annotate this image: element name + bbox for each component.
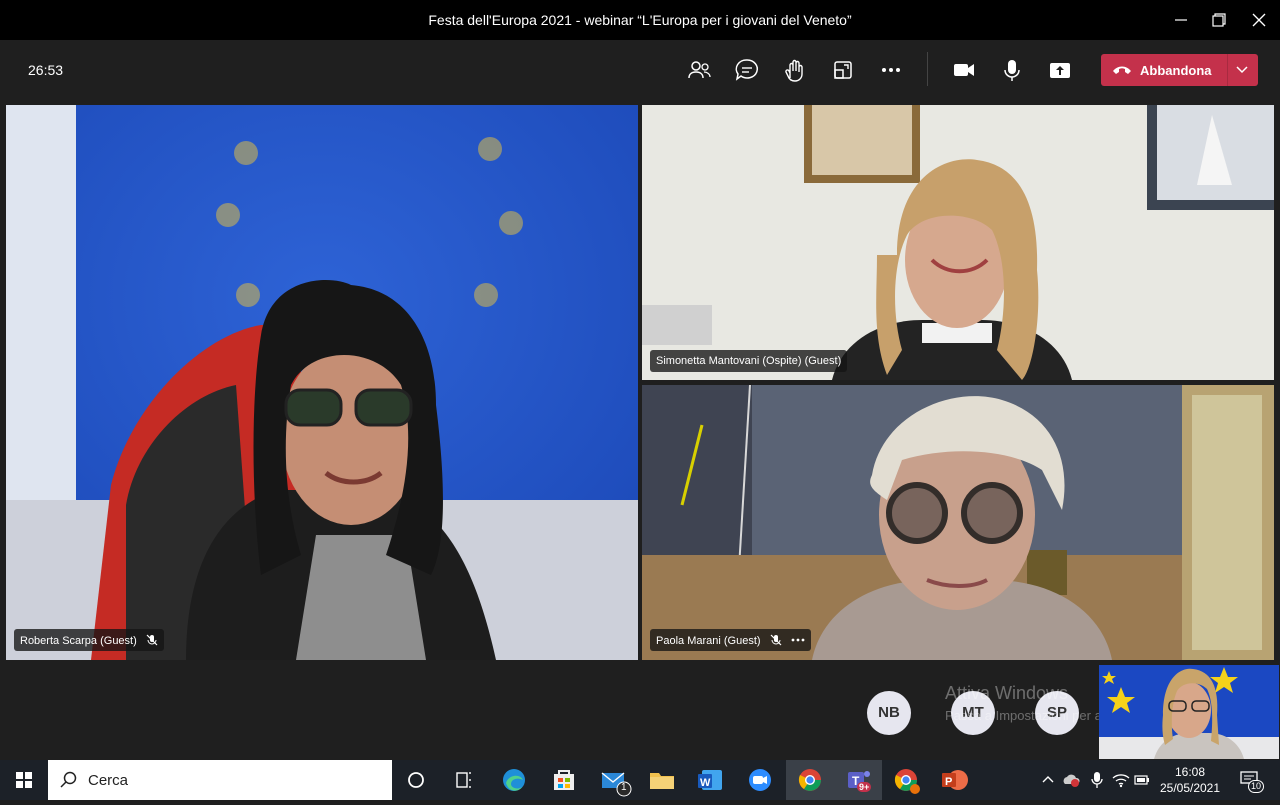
video-tile-simonetta[interactable]: Simonetta Mantovani (Ospite) (Guest) — [642, 105, 1274, 380]
clock-time: 16:08 — [1174, 765, 1206, 779]
raise-hand-icon — [785, 59, 803, 82]
breakout-rooms-icon — [834, 61, 852, 79]
store-icon — [554, 770, 574, 790]
toolbar-divider — [927, 52, 928, 86]
more-options-icon[interactable] — [791, 634, 805, 646]
camera-button[interactable] — [950, 56, 978, 84]
chat-icon — [735, 59, 759, 81]
participant-name-tag: Roberta Scarpa (Guest) — [14, 629, 164, 651]
video-tile-paola[interactable]: Paola Marani (Guest) — [642, 385, 1274, 660]
windows-taskbar: Cerca 1 W T 9+ P 16:08 25/05/2021 10 — [0, 760, 1280, 800]
restore-button[interactable] — [1204, 6, 1234, 34]
taskbar-powerpoint[interactable]: P — [930, 760, 978, 800]
share-button[interactable] — [1046, 56, 1074, 84]
roberta-video-feed — [6, 105, 638, 660]
microphone-in-use-icon[interactable] — [1090, 771, 1104, 789]
taskbar-explorer[interactable] — [638, 760, 686, 800]
close-icon — [1252, 13, 1266, 27]
camera-icon — [954, 64, 974, 76]
self-video-feed — [1099, 665, 1279, 759]
taskbar-search-box[interactable]: Cerca — [48, 760, 392, 800]
minimize-icon — [1175, 19, 1187, 21]
muted-mic-icon — [770, 634, 782, 646]
cortana-icon — [408, 772, 424, 788]
zoom-icon — [749, 769, 771, 791]
taskbar-teams-active[interactable]: T 9+ — [834, 760, 882, 800]
raise-hand-button[interactable] — [781, 56, 809, 84]
paola-video-feed — [642, 385, 1274, 660]
participant-name-tag: Paola Marani (Guest) — [650, 629, 811, 651]
clock-date: 25/05/2021 — [1159, 781, 1221, 795]
simonetta-video-feed — [642, 105, 1274, 380]
taskbar-word[interactable]: W — [686, 760, 734, 800]
people-icon — [688, 61, 711, 79]
participant-name: Roberta Scarpa (Guest) — [20, 635, 137, 647]
title-bar: Festa dell'Europa 2021 - webinar “L'Euro… — [0, 0, 1280, 40]
restore-icon — [1212, 13, 1226, 27]
cortana-button[interactable] — [392, 760, 440, 800]
mail-badge: 1 — [621, 782, 627, 793]
participant-avatar-nb[interactable]: NB — [867, 691, 911, 735]
taskbar-chrome-active[interactable] — [786, 760, 834, 800]
task-view-button[interactable] — [440, 760, 488, 800]
leave-divider — [1227, 54, 1228, 86]
edge-icon — [503, 769, 525, 791]
svg-text:P: P — [945, 776, 952, 788]
onedrive-error-icon[interactable] — [1062, 772, 1080, 788]
teams-icon: T — [848, 771, 870, 788]
search-placeholder: Cerca — [88, 772, 129, 789]
taskbar-clock[interactable]: 16:08 25/05/2021 — [1150, 764, 1230, 796]
search-icon — [60, 771, 77, 788]
chevron-up-icon[interactable] — [1041, 773, 1055, 787]
meeting-toolbar: 26:53 Abbandona — [0, 40, 1280, 100]
window-title: Festa dell'Europa 2021 - webinar “L'Euro… — [428, 12, 852, 28]
wifi-icon[interactable] — [1112, 772, 1130, 788]
chat-button[interactable] — [733, 56, 761, 84]
hang-up-icon — [1113, 66, 1131, 74]
video-tile-roberta[interactable]: Roberta Scarpa (Guest) — [6, 105, 638, 660]
minimize-button[interactable] — [1166, 6, 1196, 34]
leave-button[interactable]: Abbandona — [1101, 54, 1258, 86]
microphone-button[interactable] — [998, 56, 1026, 84]
taskbar-mail[interactable]: 1 — [590, 760, 638, 800]
taskbar-edge[interactable] — [490, 760, 538, 800]
rooms-button[interactable] — [829, 56, 857, 84]
meeting-timer: 26:53 — [28, 62, 64, 78]
more-icon — [882, 68, 900, 72]
participant-name: Simonetta Mantovani (Ospite) (Guest) — [656, 355, 842, 367]
taskbar-zoom[interactable] — [736, 760, 784, 800]
participant-name-tag: Simonetta Mantovani (Ospite) (Guest) — [650, 350, 848, 372]
chevron-down-icon[interactable] — [1235, 64, 1249, 76]
battery-icon[interactable] — [1134, 773, 1150, 787]
svg-text:W: W — [700, 777, 711, 789]
word-icon: W — [698, 770, 722, 790]
chrome-icon — [894, 769, 920, 794]
muted-mic-icon — [146, 634, 158, 646]
participants-button[interactable] — [685, 56, 713, 84]
close-button[interactable] — [1244, 6, 1274, 34]
participant-name: Paola Marani (Guest) — [656, 635, 761, 647]
teams-badge: 9+ — [857, 782, 872, 792]
notification-center-button[interactable]: 10 — [1234, 760, 1280, 800]
self-video-preview[interactable] — [1099, 665, 1279, 759]
taskbar-chrome-profile[interactable] — [882, 760, 930, 800]
leave-button-label: Abbandona — [1140, 63, 1212, 78]
notification-count: 10 — [1248, 780, 1265, 793]
folder-icon — [650, 773, 674, 789]
windows-logo-icon — [16, 772, 32, 788]
chrome-icon — [798, 769, 821, 791]
taskbar-store[interactable] — [540, 760, 588, 800]
system-tray — [1038, 760, 1150, 800]
powerpoint-icon: P — [942, 770, 968, 790]
share-screen-icon — [1050, 63, 1070, 78]
start-button[interactable] — [0, 760, 48, 800]
more-actions-button[interactable] — [877, 56, 905, 84]
activation-watermark-title: Attiva Windows — [945, 683, 1069, 703]
mail-icon — [601, 772, 632, 797]
microphone-icon — [1004, 60, 1020, 81]
task-view-icon — [456, 772, 471, 788]
